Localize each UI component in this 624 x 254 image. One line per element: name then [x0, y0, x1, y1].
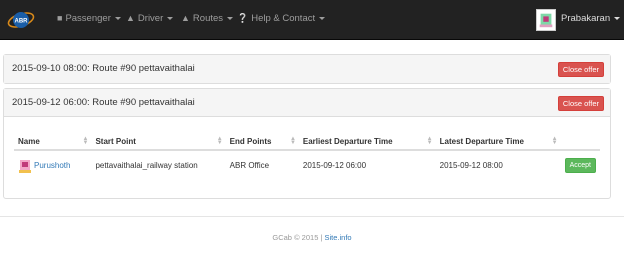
offer-requests-table: Name ▲ ▼ Start Point ▲ ▼ End Points ▲ ▼ Earlie… [14, 133, 600, 180]
road-icon: ▲ [126, 13, 135, 23]
nav-driver[interactable]: ▲ Driver [126, 0, 174, 40]
cell-start-point: pettavaithalai_railway station [91, 149, 226, 180]
chevron-down-icon [167, 16, 174, 20]
brand-text: ABR [15, 19, 29, 25]
user-avatar[interactable] [536, 9, 556, 31]
nav-passenger-label: Passenger [65, 13, 111, 24]
offer-panel-heading[interactable]: 2015-09-10 08:00: Route #90 pettavaithal… [4, 55, 610, 83]
cell-name: Purushoth [14, 149, 92, 180]
user-menu[interactable]: Prabakaran [561, 0, 621, 40]
cell-earliest-departure: 2015-09-12 06:00 [298, 149, 436, 180]
table-header-row: Name ▲ ▼ Start Point ▲ ▼ End Points ▲ ▼ Earlie… [14, 133, 600, 151]
top-navbar: ABR ■ Passenger ▲ Driver ▲ Routes ❔ Help & C… [0, 0, 624, 40]
nav-help-contact-label: Help & Contact [251, 13, 316, 24]
chevron-down-icon [114, 16, 121, 20]
column-header-start-point[interactable]: Start Point ▲ ▼ [91, 133, 226, 151]
close-offer-button[interactable]: Close offer [557, 62, 604, 77]
chevron-down-icon [614, 16, 621, 20]
footer-copyright: GCab © 2015 | [272, 233, 323, 242]
chevron-down-icon [319, 16, 326, 20]
cell-latest-departure: 2015-09-12 08:00 [435, 149, 561, 180]
offer-title: 2015-09-12 06:00: Route #90 pettavaithal… [12, 97, 195, 108]
sort-icon: ▲ ▼ [289, 136, 296, 146]
nav-help-contact[interactable]: ❔ Help & Contact [237, 0, 326, 40]
sort-icon: ▲ ▼ [82, 136, 89, 146]
user-icon: ■ [57, 13, 63, 23]
nav-passenger[interactable]: ■ Passenger [57, 0, 121, 40]
column-header-action [560, 133, 600, 151]
offer-panel-heading[interactable]: 2015-09-12 06:00: Route #90 pettavaithal… [4, 89, 610, 117]
nav-routes-label: Routes [192, 13, 224, 24]
passenger-avatar [19, 159, 31, 173]
cell-end-point: ABR Office [225, 149, 299, 180]
nav-driver-label: Driver [137, 13, 164, 24]
column-header-end-points[interactable]: End Points ▲ ▼ [225, 133, 299, 151]
offer-title: 2015-09-10 08:00: Route #90 pettavaithal… [12, 63, 195, 74]
brand-logo-icon[interactable]: ABR [6, 6, 36, 34]
footer-divider [0, 216, 624, 217]
passenger-name-link[interactable]: Purushoth [34, 161, 70, 170]
column-header-latest-departure[interactable]: Latest Departure Time ▲ ▼ [435, 133, 561, 151]
nav-routes[interactable]: ▲ Routes [181, 0, 234, 40]
offer-panel: 2015-09-10 08:00: Route #90 pettavaithal… [3, 54, 611, 84]
cell-action: Accept [560, 149, 600, 180]
table-row: Purushoth pettavaithalai_railway station… [14, 149, 600, 180]
sort-icon: ▲ ▼ [426, 136, 433, 146]
close-offer-button[interactable]: Close offer [557, 96, 604, 111]
sort-icon: ▲ ▼ [551, 136, 558, 146]
footer: GCab © 2015 | Site.info [0, 233, 624, 242]
chevron-down-icon [227, 16, 234, 20]
site-info-link[interactable]: Site.info [325, 233, 352, 242]
user-name-label: Prabakaran [561, 13, 611, 24]
sort-icon: ▲ ▼ [216, 136, 223, 146]
column-header-name[interactable]: Name ▲ ▼ [14, 133, 92, 151]
accept-button[interactable]: Accept [564, 158, 596, 173]
column-header-earliest-departure[interactable]: Earliest Departure Time ▲ ▼ [298, 133, 436, 151]
offer-panel: 2015-09-12 06:00: Route #90 pettavaithal… [3, 88, 611, 199]
road-icon: ▲ [181, 13, 190, 23]
question-icon: ❔ [237, 13, 249, 23]
